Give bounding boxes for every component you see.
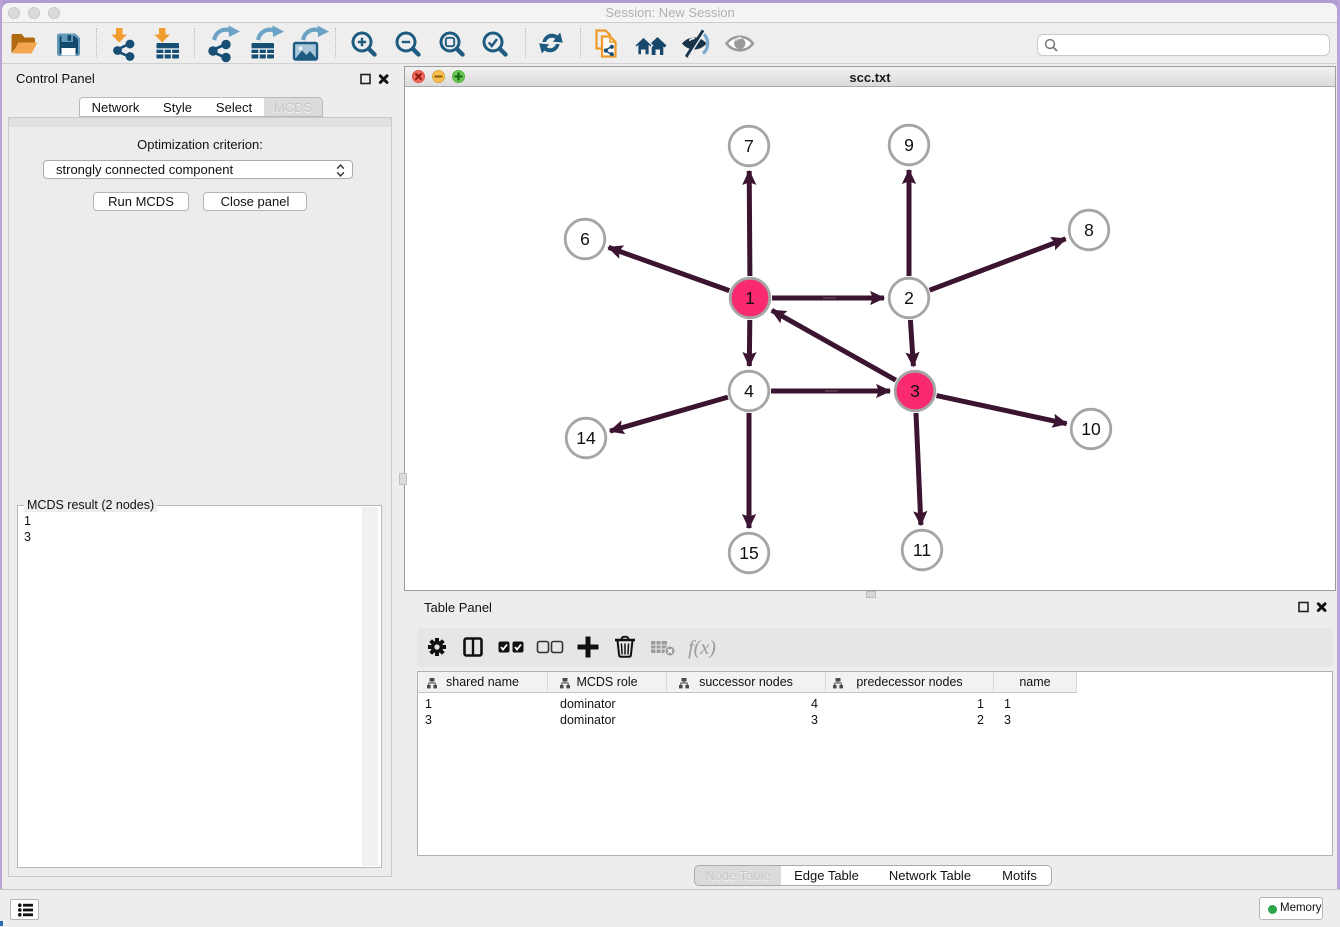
svg-text:15: 15 bbox=[739, 543, 758, 563]
svg-text:1: 1 bbox=[745, 288, 755, 308]
svg-text:14: 14 bbox=[576, 428, 596, 448]
svg-text:10: 10 bbox=[1081, 419, 1101, 439]
svg-text:8: 8 bbox=[1084, 220, 1094, 240]
svg-text:6: 6 bbox=[580, 229, 590, 249]
svg-text:f(x): f(x) bbox=[688, 637, 716, 659]
svg-text:4: 4 bbox=[744, 381, 754, 401]
svg-text:2: 2 bbox=[904, 288, 914, 308]
svg-text:3: 3 bbox=[910, 381, 920, 401]
svg-text:11: 11 bbox=[913, 540, 931, 560]
svg-text:9: 9 bbox=[904, 135, 914, 155]
svg-text:7: 7 bbox=[744, 136, 754, 156]
